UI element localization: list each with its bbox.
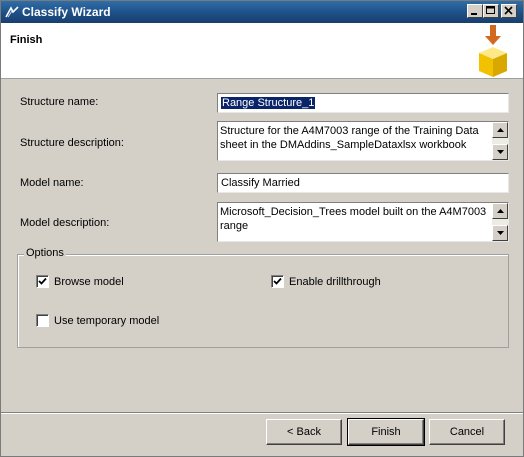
minimize-button[interactable] [467,4,483,18]
browse-model-label: Browse model [54,275,124,288]
maximize-button[interactable] [483,4,499,18]
title-bar[interactable]: Classify Wizard [1,1,523,23]
model-name-label: Model name: [20,177,84,189]
scroll-down-button[interactable] [492,225,508,241]
close-icon [504,6,513,15]
scroll-up-arrow-icon [497,209,504,213]
checkmark-icon [273,277,282,285]
structure-name-label: Structure name: [20,96,99,108]
export-cube-icon [479,25,507,77]
scroll-up-button[interactable] [492,203,508,219]
checkmark-icon [38,277,47,285]
model-description-scrollbar[interactable] [492,203,508,241]
page-title: Finish [10,34,43,46]
enable-drillthrough-label: Enable drillthrough [289,275,381,288]
footer-divider [1,412,523,414]
model-description-value: Microsoft_Decision_Trees model built on … [220,206,487,232]
model-description-input[interactable]: Microsoft_Decision_Trees model built on … [217,202,509,242]
close-button[interactable] [501,4,517,18]
structure-description-value: Structure for the A4M7003 range of the T… [220,125,479,151]
minimize-icon [471,13,477,15]
use-temporary-model-checkbox-box[interactable] [36,314,49,327]
use-temporary-model-label: Use temporary model [54,314,160,327]
browse-model-checkbox-box[interactable] [36,275,49,288]
model-name-value: Classify Married [221,177,300,189]
wizard-app-icon [5,6,19,18]
structure-name-input[interactable]: Range Structure_1 [217,93,509,113]
structure-name-value: Range Structure_1 [221,97,316,109]
scroll-up-button[interactable] [492,122,508,138]
enable-drillthrough-checkbox[interactable]: Enable drillthrough [271,275,381,288]
structure-description-input[interactable]: Structure for the A4M7003 range of the T… [217,121,509,161]
scroll-down-arrow-icon [497,150,504,154]
structure-description-label: Structure description: [20,137,124,149]
structure-description-scrollbar[interactable] [492,122,508,160]
model-name-input[interactable]: Classify Married [217,173,509,193]
browse-model-checkbox[interactable]: Browse model [36,275,124,288]
wizard-header: Finish [1,23,523,79]
cancel-button[interactable]: Cancel [429,419,505,445]
window-title: Classify Wizard [22,5,111,19]
back-button[interactable]: < Back [266,419,342,445]
maximize-icon [486,6,495,14]
scroll-up-arrow-icon [497,128,504,132]
options-legend: Options [24,247,66,259]
options-groupbox: Options Browse model Enable drillthrough… [17,247,509,348]
enable-drillthrough-checkbox-box[interactable] [271,275,284,288]
use-temporary-model-checkbox[interactable]: Use temporary model [36,314,159,327]
classify-wizard-window: Classify Wizard Finish Structure name: R… [0,0,524,457]
model-description-label: Model description: [20,217,110,229]
scroll-down-arrow-icon [497,231,504,235]
finish-button[interactable]: Finish [347,418,425,446]
scroll-down-button[interactable] [492,144,508,160]
